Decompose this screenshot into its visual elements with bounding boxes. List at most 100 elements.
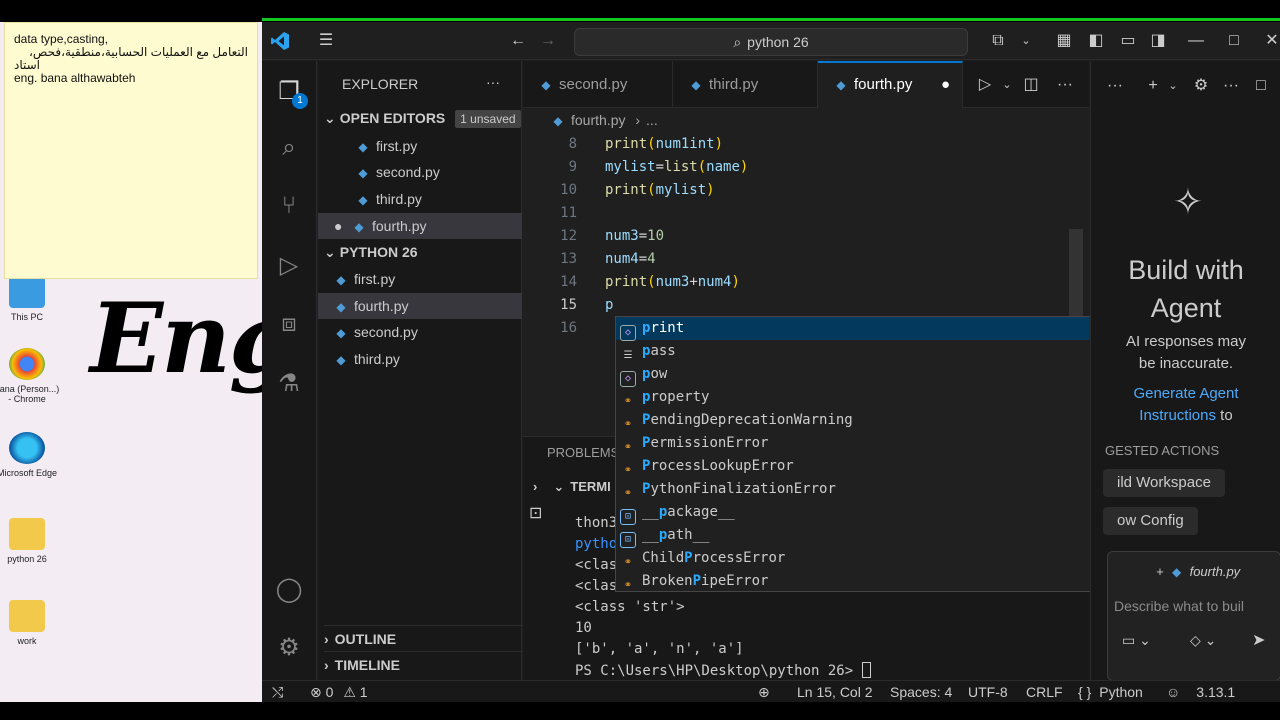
open-editor-item[interactable]: ◆ first.py [318,133,522,159]
command-center[interactable]: ⌕ python 26 [574,28,968,56]
line-number: 16 [560,320,577,336]
explorer-title: EXPLORER [342,76,419,92]
language-mode[interactable]: { } Python [1078,681,1143,702]
desktop-icon-this-pc[interactable]: This PC [0,276,62,322]
file-item[interactable]: ◆ first.py [318,266,522,292]
problems-status[interactable]: ⊗ 0 ⚠ 1 [310,681,368,702]
suggestion-item[interactable]: ◇ print [616,317,1134,341]
suggestion-item[interactable]: ⊡ __path__ [616,524,1134,548]
minimize-icon[interactable]: — [1184,22,1208,60]
vscode-window: ☰ ← → ⌕ python 26 ⧉ ⌄ ▦ ◧ ▭ ◨ — □ ✕ ❐ 1 ⌕… [262,22,1280,702]
unsaved-badge: 1 unsaved [455,110,521,128]
menu-icon[interactable]: ☰ [314,22,338,60]
show-config-button[interactable]: ow Config [1103,507,1198,535]
breadcrumb-more[interactable]: ... [646,112,658,128]
copilot-icon[interactable]: ⧉ [986,22,1010,60]
cursor-position[interactable]: Ln 15, Col 2 [797,681,873,702]
suggestion-item[interactable]: ⚭ PermissionError [616,432,1134,455]
tab-fourth[interactable]: ◆ fourth.py ● [818,61,963,108]
context-chip[interactable]: + ◆ fourth.py [1156,564,1240,579]
layout-customize-icon[interactable]: ▦ [1052,22,1076,60]
mode-picker-icon[interactable]: ▭ ⌄ [1122,632,1151,649]
terminal-prompt[interactable]: PS C:\Users\HP\Desktop\python 26> [575,662,871,679]
chevron-down-icon[interactable]: ⌄ [995,66,1019,104]
toggle-panel-icon[interactable]: ▭ [1116,22,1140,60]
source-control-icon[interactable]: ⑂ [272,189,306,223]
testing-icon[interactable]: ⚗ [272,367,306,401]
suggestion-item[interactable]: ⚭ ProcessLookupError [616,455,1134,478]
remote-icon[interactable]: ⤭ [272,681,283,702]
sticky-note[interactable]: data type,casting, التعامل مع العمليات ا… [4,22,258,279]
desktop-icon-work-folder[interactable]: work [0,600,62,646]
chevron-down-icon[interactable]: ⌄ [1161,67,1185,105]
explorer-icon[interactable]: ❐ 1 [272,75,308,109]
suggestion-rest: ass [650,343,676,359]
timeline-header[interactable]: › TIMELINE [324,651,528,677]
generate-instructions-link[interactable]: Instructions [1139,407,1216,424]
open-editor-item[interactable]: ◆ second.py [318,159,522,185]
model-picker-icon[interactable]: ◇ ⌄ [1190,632,1216,649]
line-ending[interactable]: CRLF [1026,681,1063,702]
generate-instructions-link[interactable]: Generate Agent [1091,383,1280,405]
desktop-icon-edge[interactable]: Microsoft Edge [0,432,62,478]
forward-arrow-icon[interactable]: → [536,22,560,60]
back-arrow-icon[interactable]: ← [506,22,530,60]
more-actions-icon[interactable]: ··· [486,69,510,95]
split-editor-icon[interactable]: ◫ [1019,66,1043,104]
maximize-icon[interactable]: □ [1249,67,1273,105]
indentation[interactable]: Spaces: 4 [890,681,952,702]
run-debug-icon[interactable]: ▷ [272,249,306,283]
file-item[interactable]: ◆ second.py [318,319,522,345]
suggestion-item[interactable]: ⊡ __package__ [616,501,1134,525]
send-icon[interactable]: ➤ [1252,630,1265,650]
folder-header[interactable]: ⌄ PYTHON 26 [324,239,528,265]
toggle-secondary-sidebar-icon[interactable]: ◨ [1146,22,1170,60]
toggle-sidebar-icon[interactable]: ◧ [1084,22,1108,60]
file-item-active[interactable]: ◆ fourth.py [318,293,522,319]
suggestion-item[interactable]: ⚭ BrokenPipeError [616,570,1134,593]
file-item[interactable]: ◆ third.py [318,346,522,372]
suggestion-item[interactable]: ⚭ ChildProcessError [616,547,1134,570]
code-line: print(num3+num4) [605,274,740,290]
chevron-down-icon[interactable]: ⌄ [1014,22,1038,60]
open-editor-item-active[interactable]: ● ◆ fourth.py [318,213,522,239]
unsaved-dot-icon[interactable]: ● [941,63,950,106]
problems-tab[interactable]: PROBLEMS [547,445,619,460]
outline-header[interactable]: › OUTLINE [324,625,528,651]
close-icon[interactable]: ✕ [1260,22,1280,60]
suggestion-item[interactable]: ◇ pow [616,363,1134,387]
zoom-icon[interactable]: ⊕ [758,681,770,702]
more-actions-icon[interactable]: ··· [1219,67,1243,105]
tab-second[interactable]: ◆ second.py [523,61,673,108]
build-workspace-button[interactable]: ild Workspace [1103,469,1225,497]
search-icon[interactable]: ⌕ [272,131,306,165]
suggestion-item[interactable]: ☰ pass [616,340,1134,363]
more-actions-icon[interactable]: ··· [1053,66,1077,104]
account-icon[interactable]: ◯ [272,573,306,607]
python-interpreter[interactable]: ☺ 3.13.1 [1166,681,1235,702]
tab-third[interactable]: ◆ third.py [673,61,818,108]
encoding[interactable]: UTF-8 [968,681,1008,702]
maximize-icon[interactable]: □ [1222,22,1246,60]
terminal-line: pytho [575,536,618,552]
settings-gear-icon[interactable]: ⚙ [1189,67,1213,105]
more-actions-icon[interactable]: ··· [1103,67,1127,105]
breadcrumb-file[interactable]: fourth.py [571,112,625,128]
open-editors-header[interactable]: ⌄ OPEN EDITORS 1 unsaved [324,105,528,131]
desktop-icon-chrome[interactable]: bana (Person...) - Chrome [0,348,62,404]
open-editor-item[interactable]: ◆ third.py [318,186,522,212]
terminal-section-header[interactable]: › ⌄ TERMI [533,479,611,495]
extensions-icon[interactable]: ⧈ [272,307,306,341]
python-file-icon: ◆ [836,78,846,92]
settings-gear-icon[interactable]: ⚙ [272,631,306,665]
file-label: third.py [376,191,422,207]
desktop-icon-python26-folder[interactable]: python 26 [0,518,62,564]
suggestion-item[interactable]: ⚭ PendingDeprecationWarning [616,409,1134,432]
editor-scrollbar[interactable] [1069,229,1083,329]
terminal-icon[interactable]: ⊡ [529,503,542,523]
suggestion-rest: ermissionError [650,435,769,451]
suggestion-item[interactable]: ⚭ PythonFinalizationError [616,478,1134,501]
chat-input-box[interactable]: + ◆ fourth.py Describe what to buil ▭ ⌄ ◇ … [1107,551,1280,681]
run-python-file-icon[interactable]: ▷ [973,66,997,104]
suggestion-item[interactable]: ⚭ property [616,386,1134,409]
